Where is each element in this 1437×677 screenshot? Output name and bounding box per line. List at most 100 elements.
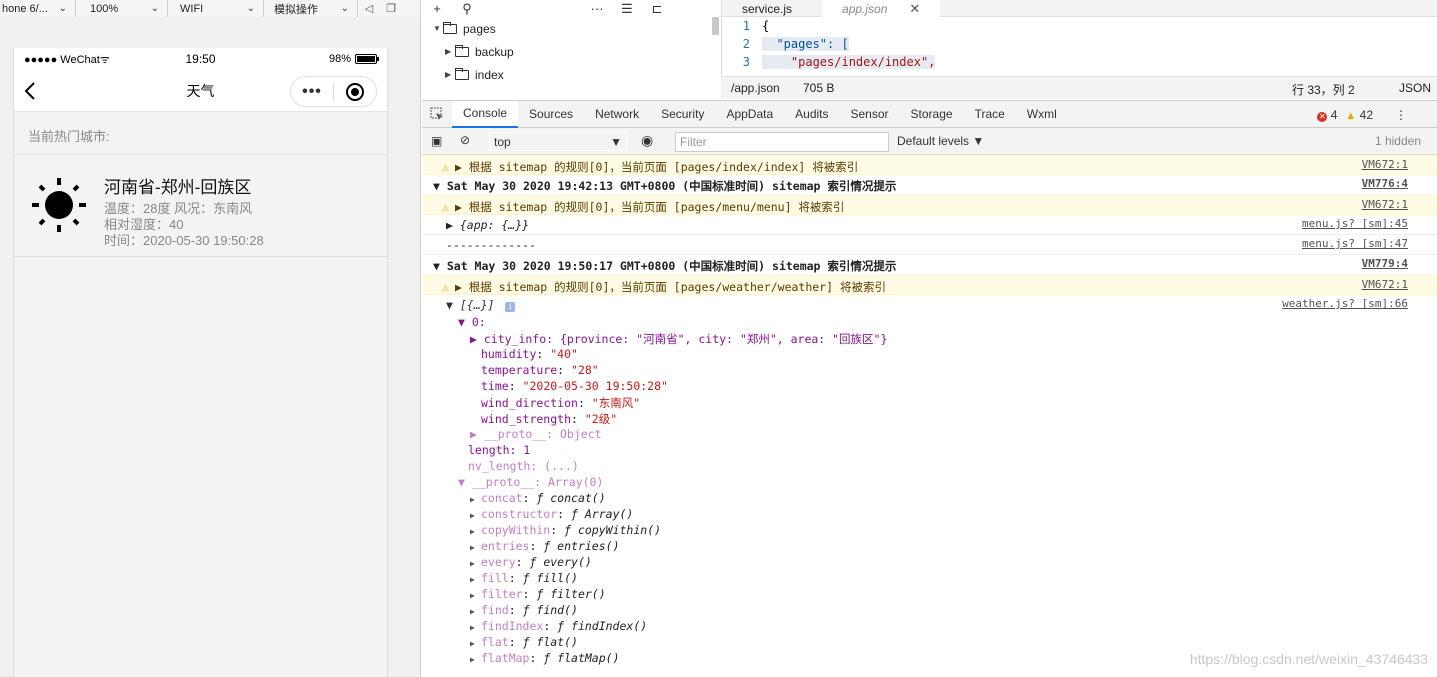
tree-node-method[interactable]: ▶ find: ƒ find(): [422, 603, 1437, 619]
console-message: ▼ Sat May 30 2020 19:42:13 GMT+0800 (中国标…: [433, 179, 897, 193]
more-dots-icon[interactable]: •••: [291, 83, 333, 101]
code-line[interactable]: 3 "pages/index/index",: [722, 53, 1437, 71]
editor-tabs: service.js app.json ✕: [722, 0, 1437, 17]
device-select[interactable]: hone 6/... ⌄: [0, 0, 76, 17]
tab-security[interactable]: Security: [650, 101, 715, 128]
source-link[interactable]: VM672:1: [1362, 278, 1408, 291]
tree-scrollbar[interactable]: [712, 17, 719, 35]
tree-item-backup[interactable]: ▶ backup: [422, 40, 721, 63]
tree-node-array-proto[interactable]: ▼ __proto__: Array(0): [422, 475, 1437, 491]
eye-icon[interactable]: ◉: [641, 132, 653, 149]
tree-item-index[interactable]: ▶ index: [422, 63, 721, 86]
source-link[interactable]: VM776:4: [1362, 177, 1408, 190]
source-link[interactable]: VM672:1: [1362, 158, 1408, 171]
tree-item-pages[interactable]: ▼ pages: [422, 17, 721, 40]
console-group[interactable]: ▼ Sat May 30 2020 19:42:13 GMT+0800 (中国标…: [422, 175, 1437, 195]
more-icon[interactable]: ···: [582, 1, 612, 16]
volume-icon[interactable]: ◁: [358, 0, 380, 17]
issue-counts[interactable]: ✕ 4 ▲ 42 ⋮: [1317, 108, 1407, 122]
tab-wxml[interactable]: Wxml: [1016, 101, 1068, 128]
tree-node-method[interactable]: ▶ copyWithin: ƒ copyWithin(): [422, 523, 1437, 539]
source-link[interactable]: menu.js? [sm]:47: [1302, 237, 1408, 250]
context-select[interactable]: top ▼: [489, 132, 627, 151]
tree-node-nv-length[interactable]: nv_length: (...): [422, 459, 1437, 475]
weather-card[interactable]: 河南省-郑州-回族区 温度：28度 风况：东南风 相对湿度：40 时间：2020…: [14, 155, 387, 257]
close-miniprogram-button[interactable]: [334, 82, 376, 101]
tree-node-index[interactable]: ▼ 0:: [422, 315, 1437, 331]
tree-node-method[interactable]: ▶ findIndex: ƒ findIndex(): [422, 619, 1437, 635]
tree-node-method[interactable]: ▶ fill: ƒ fill(): [422, 571, 1437, 587]
source-link[interactable]: menu.js? [sm]:45: [1302, 217, 1408, 230]
language-mode[interactable]: JSON: [1399, 81, 1431, 95]
console-output: ⚠ ▶ 根据 sitemap 的规则[0]，当前页面 [pages/index/i…: [422, 155, 1437, 677]
source-link[interactable]: VM779:4: [1362, 257, 1408, 270]
method-colon: :: [543, 619, 558, 633]
tab-service-js[interactable]: service.js: [722, 0, 812, 17]
collapse-arrow-icon: ▶: [445, 70, 452, 79]
tab-network[interactable]: Network: [584, 101, 650, 128]
source-link[interactable]: VM672:1: [1362, 198, 1408, 211]
console-log[interactable]: ------------- menu.js? [sm]:47: [422, 235, 1437, 255]
code-line[interactable]: 1{: [722, 17, 1437, 35]
method-key: concat: [481, 491, 523, 505]
tree-node-method[interactable]: ▶ concat: ƒ concat(): [422, 491, 1437, 507]
tree-node-method[interactable]: ▶ constructor: ƒ Array(): [422, 507, 1437, 523]
method-value: ƒ copyWithin(): [564, 523, 662, 537]
tree-node-method[interactable]: ▶ flat: ƒ flat(): [422, 635, 1437, 651]
clear-console-icon[interactable]: ⊘: [460, 133, 470, 147]
split-icon[interactable]: ⊏: [642, 1, 672, 17]
console-warning[interactable]: ⚠ ▶ 根据 sitemap 的规则[0]，当前页面 [pages/menu/me…: [422, 195, 1437, 215]
kebab-menu-icon[interactable]: ⋮: [1395, 108, 1407, 122]
console-group[interactable]: ▼ Sat May 30 2020 19:50:17 GMT+0800 (中国标…: [422, 255, 1437, 275]
zoom-select[interactable]: 100% ⌄: [76, 0, 168, 17]
chevron-down-icon: ⌄: [58, 3, 67, 14]
prop-key: wind_strength: [481, 412, 572, 426]
tree-node-city-info[interactable]: ▶ city_info: {province: "河南省", city: "郑州…: [422, 331, 1437, 347]
code-line[interactable]: 2 "pages": [: [722, 35, 1437, 53]
tab-sensor[interactable]: Sensor: [840, 101, 900, 128]
inspect-element-icon[interactable]: [422, 101, 452, 128]
tree-node-method[interactable]: ▶ every: ƒ every(): [422, 555, 1437, 571]
folder-open-icon: [443, 21, 457, 34]
tab-trace[interactable]: Trace: [964, 101, 1016, 128]
search-icon[interactable]: ⚲: [452, 1, 482, 17]
copy-icon[interactable]: ❐: [380, 0, 402, 17]
line-number: 2: [742, 37, 750, 51]
console-warning[interactable]: ⚠ ▶ 根据 sitemap 的规则[0]，当前页面 [pages/weather…: [422, 275, 1437, 295]
device-label: hone 6/...: [2, 2, 48, 15]
tab-appdata[interactable]: AppData: [715, 101, 784, 128]
target-icon: [346, 82, 364, 101]
collapse-icon[interactable]: ☰: [612, 1, 642, 17]
tab-app-json[interactable]: app.json ✕: [822, 0, 941, 17]
simulator-toolbar: hone 6/... ⌄ 100% ⌄ WIFI ⌄ 模拟操作 ⌄ ◁ ❐: [0, 0, 420, 17]
expand-arrow-icon: ▶: [470, 607, 475, 616]
tab-storage[interactable]: Storage: [900, 101, 964, 128]
log-levels-select[interactable]: Default levels ▼: [897, 134, 984, 148]
tab-audits[interactable]: Audits: [784, 101, 839, 128]
tree-node-prop: wind_strength: "2级": [422, 411, 1437, 427]
network-select[interactable]: WIFI ⌄: [168, 0, 264, 17]
method-key: flatMap: [481, 651, 530, 665]
simulator-pane: hone 6/... ⌄ 100% ⌄ WIFI ⌄ 模拟操作 ⌄ ◁ ❐ ●●●●● …: [0, 0, 421, 677]
operation-select[interactable]: 模拟操作 ⌄: [264, 0, 358, 17]
source-link[interactable]: weather.js? [sm]:66: [1282, 297, 1408, 310]
filter-input[interactable]: [675, 132, 889, 152]
tab-sources[interactable]: Sources: [518, 101, 584, 128]
watermark: https://blog.csdn.net/weixin_43746433: [1189, 651, 1428, 667]
console-log[interactable]: ▶ {app: {…}} menu.js? [sm]:45: [422, 215, 1437, 235]
devtools-tabs: Console Sources Network Security AppData…: [422, 100, 1437, 128]
editor-status-bar: /app.json 705 B 行 33，列 2 JSON: [721, 76, 1437, 99]
tree-node-method[interactable]: ▶ filter: ƒ filter(): [422, 587, 1437, 603]
object-tree-root[interactable]: ▼ [{…}] i weather.js? [sm]:66: [422, 295, 1437, 313]
add-icon[interactable]: +: [422, 1, 452, 16]
tab-console[interactable]: Console: [452, 100, 519, 128]
folder-icon: [455, 67, 469, 80]
tree-node-proto[interactable]: ▶ __proto__: Object: [422, 427, 1437, 443]
console-warning[interactable]: ⚠ ▶ 根据 sitemap 的规则[0]，当前页面 [pages/index/i…: [422, 155, 1437, 175]
sidebar-toggle-icon[interactable]: ▣: [431, 134, 442, 148]
tree-node-method[interactable]: ▶ entries: ƒ entries(): [422, 539, 1437, 555]
node-label: nv_length: (...): [468, 459, 579, 473]
close-icon[interactable]: ✕: [909, 1, 920, 17]
console-message: ▶ 根据 sitemap 的规则[0]，当前页面 [pages/weather/…: [454, 280, 886, 294]
cursor-position[interactable]: 行 33，列 2: [1292, 81, 1355, 98]
